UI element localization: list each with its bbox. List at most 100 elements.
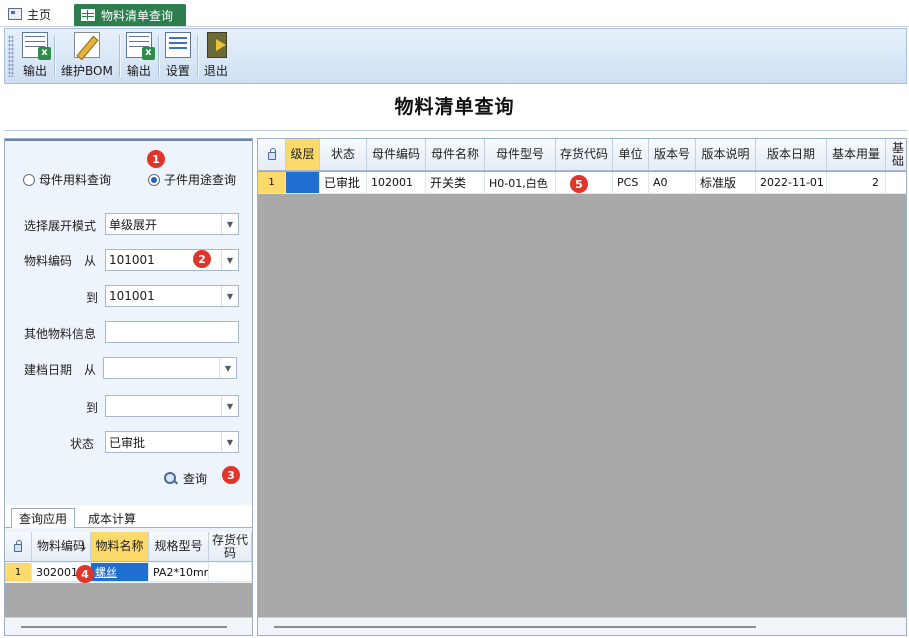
toolbar-grip xyxy=(8,35,14,77)
dropdown-arrow-icon[interactable]: ▼ xyxy=(221,286,238,306)
annotation-badge-5: 5 xyxy=(570,175,588,193)
cell-unit[interactable]: PCS xyxy=(613,172,649,193)
date-to-label: 到 xyxy=(86,401,99,415)
query-panel: 1 母件用料查询 子件用途查询 选择展开模式 单级展开 ▼ 物料编码 从 101… xyxy=(4,138,253,636)
dropdown-arrow-icon[interactable]: ▼ xyxy=(221,396,238,416)
column-header-status[interactable]: 状态 xyxy=(320,139,367,170)
title-divider xyxy=(4,130,907,131)
grid-icon xyxy=(81,9,95,21)
cell-status[interactable]: 已审批 xyxy=(320,172,367,193)
column-header-parent-model[interactable]: 母件型号 xyxy=(485,139,556,170)
create-date-to-picker[interactable]: ▼ xyxy=(105,395,239,417)
column-header-unit[interactable]: 单位 xyxy=(613,139,649,170)
cell-parent-code[interactable]: 102001 xyxy=(367,172,426,193)
column-header-version[interactable]: 版本号 xyxy=(649,139,696,170)
column-header-version-date[interactable]: 版本日期 xyxy=(756,139,827,170)
column-header-inventory-code[interactable]: 存货代码 xyxy=(556,139,613,170)
material-code-to-select[interactable]: 101001 ▼ xyxy=(105,285,239,307)
lock-icon xyxy=(14,540,22,552)
grid-corner xyxy=(5,532,32,561)
status-select[interactable]: 已审批 ▼ xyxy=(105,431,239,453)
excel-export-icon xyxy=(125,32,155,60)
cell-spec[interactable]: PA2*10mm xyxy=(149,563,209,581)
create-date-from-picker[interactable]: ▼ xyxy=(103,357,237,379)
exit-door-icon xyxy=(207,32,228,58)
cell-base[interactable] xyxy=(886,172,906,193)
expand-mode-value: 单级展开 xyxy=(109,217,158,232)
cell-version-date[interactable]: 2022-11-01 xyxy=(756,172,827,193)
dropdown-arrow-icon[interactable]: ▼ xyxy=(221,432,238,452)
cell-inventory-code[interactable] xyxy=(209,563,252,581)
table-row[interactable]: 1 302001 螺丝 PA2*10mm xyxy=(5,563,252,582)
maintain-bom-label: 维护BOM xyxy=(61,64,113,78)
tab-bom-query[interactable]: 物料清单查询 xyxy=(74,4,186,26)
material-code-label: 物料编码 xyxy=(24,254,73,268)
cell-parent-name[interactable]: 开关类 xyxy=(426,172,485,193)
cell-version-desc[interactable]: 标准版 xyxy=(696,172,756,193)
settings-icon xyxy=(164,32,191,58)
tab-cost-calc[interactable]: 成本计算 xyxy=(81,508,143,528)
column-header-level[interactable]: 级层 xyxy=(286,139,320,170)
page-title: 物料清单查询 xyxy=(394,96,515,118)
column-header-version-desc[interactable]: 版本说明 xyxy=(696,139,756,170)
exit-button[interactable]: 退出 xyxy=(198,29,234,83)
material-code-from-select[interactable]: 101001 ▼ xyxy=(105,249,239,271)
column-header-material-name[interactable]: 物料名称 xyxy=(91,532,149,561)
row-number: 1 xyxy=(5,563,32,581)
exit-button-label: 退出 xyxy=(203,64,228,78)
column-header-inventory-code[interactable]: 存货代码 xyxy=(209,532,252,561)
expand-mode-label: 选择展开模式 xyxy=(24,219,97,233)
cell-base-qty[interactable]: 2 xyxy=(827,172,886,193)
tab-bom-query-label: 物料清单查询 xyxy=(101,8,174,23)
scrollbar-thumb[interactable] xyxy=(21,626,227,628)
subtab-bar: 查询应用 成本计算 xyxy=(5,505,252,528)
tab-query-app[interactable]: 查询应用 xyxy=(11,508,76,528)
result-grid-scrollbar[interactable] xyxy=(258,617,906,635)
annotation-badge-4: 4 xyxy=(76,565,94,583)
material-grid-header: 物料编码 ↓ 物料名称 规格型号 存货代码 xyxy=(5,532,252,562)
expand-mode-select[interactable]: 单级展开 ▼ xyxy=(105,213,239,235)
dropdown-arrow-icon[interactable]: ▼ xyxy=(221,250,238,270)
column-header-base[interactable]: 基础 xyxy=(886,139,906,170)
radio-child-usage[interactable]: 子件用途查询 xyxy=(148,171,236,188)
export-button-label: 输出 xyxy=(22,64,47,78)
status-label: 状态 xyxy=(70,437,95,451)
dropdown-arrow-icon[interactable]: ▼ xyxy=(221,214,238,234)
radio-button-selected[interactable] xyxy=(148,173,160,186)
query-button[interactable]: 查询 xyxy=(163,470,207,487)
cell-version[interactable]: A0 xyxy=(649,172,696,193)
tab-home-label: 主页 xyxy=(27,7,52,22)
tab-home[interactable]: 主页 xyxy=(8,4,51,24)
annotation-badge-2: 2 xyxy=(193,250,211,268)
tab-bar: 主页 物料清单查询 xyxy=(0,0,909,27)
edit-document-icon xyxy=(73,32,100,58)
export-button[interactable]: 输出 xyxy=(16,29,54,83)
column-header-spec[interactable]: 规格型号 xyxy=(149,532,209,561)
cell-level[interactable] xyxy=(286,172,320,193)
column-header-base-qty[interactable]: 基本用量 xyxy=(827,139,886,170)
dropdown-arrow-icon[interactable]: ▼ xyxy=(219,358,236,378)
annotation-badge-1: 1 xyxy=(147,150,165,168)
column-header-parent-name[interactable]: 母件名称 xyxy=(426,139,485,170)
radio-button[interactable] xyxy=(23,173,35,186)
settings-button-label: 设置 xyxy=(165,64,190,78)
cell-parent-model[interactable]: H0-01,白色 xyxy=(485,172,556,193)
home-icon xyxy=(8,8,22,20)
maintain-bom-button[interactable]: 维护BOM xyxy=(55,29,119,83)
other-info-input[interactable] xyxy=(105,321,239,343)
radio-child-label: 子件用途查询 xyxy=(164,173,237,187)
column-header-parent-code[interactable]: 母件编码 xyxy=(367,139,426,170)
date-from-label: 从 xyxy=(84,363,97,377)
material-code-from-value: 101001 xyxy=(109,253,155,267)
from-label: 从 xyxy=(84,254,97,268)
export-button-2[interactable]: 输出 xyxy=(120,29,158,83)
query-form: 1 母件用料查询 子件用途查询 选择展开模式 单级展开 ▼ 物料编码 从 101… xyxy=(5,139,252,505)
settings-button[interactable]: 设置 xyxy=(159,29,197,83)
left-grid-scrollbar[interactable] xyxy=(5,617,252,635)
radio-parent-usage[interactable]: 母件用料查询 xyxy=(23,171,111,188)
other-info-label: 其他物料信息 xyxy=(24,327,97,341)
cell-material-name[interactable]: 螺丝 xyxy=(91,563,149,581)
scrollbar-thumb[interactable] xyxy=(274,626,756,628)
annotation-badge-3: 3 xyxy=(222,466,240,484)
column-header-material-code[interactable]: 物料编码 ↓ xyxy=(32,532,91,561)
